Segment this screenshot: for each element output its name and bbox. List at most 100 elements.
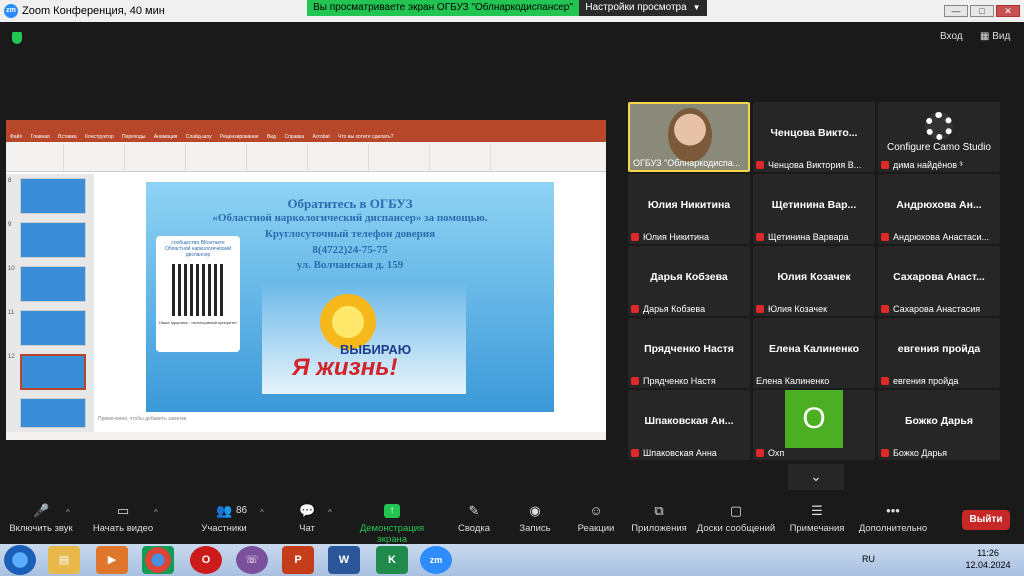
participant-label-text: Сахарова Анастасия — [893, 304, 981, 314]
system-clock[interactable]: 11:26 12.04.2024 — [958, 547, 1018, 571]
more-button[interactable]: ••• Дополнительно — [856, 504, 930, 542]
notes-icon: ☰ — [811, 503, 823, 518]
windows-taskbar: ▤ ▶ O ☏ P W K zm RU 11:26 12.04.2024 — [0, 544, 1024, 576]
shield-icon[interactable] — [12, 32, 22, 44]
view-options-label: Настройки просмотра — [585, 2, 687, 13]
participant-tile[interactable]: Елена Калиненко Елена Калиненко — [753, 318, 875, 388]
participant-tile[interactable]: евгения пройда евгения пройда — [878, 318, 1000, 388]
participant-tile[interactable]: Configure Camo Studio дима найдёнов ³ — [878, 102, 1000, 172]
participant-tile[interactable]: Андрюхова Ан... Андрюхова Анастаси... — [878, 174, 1000, 244]
opera-icon[interactable]: O — [190, 546, 222, 574]
ribbon-group — [192, 144, 247, 170]
chevron-down-icon: ▼ — [692, 3, 701, 12]
participant-label-text: Юлия Козачек — [768, 304, 828, 314]
share-screen-button[interactable]: ↑ Демонстрация экрана — [344, 504, 440, 545]
more-label: Дополнительно — [858, 523, 928, 534]
reactions-button[interactable]: ☺ Реакции — [574, 504, 618, 542]
thumb-number: 8 — [8, 178, 12, 184]
participant-label: Андрюхова Анастаси... — [881, 232, 999, 242]
thumb-number: 12 — [8, 354, 15, 360]
people-icon: 👥 — [216, 503, 233, 518]
ppt-ribbon — [6, 142, 606, 172]
chevron-up-icon[interactable]: ^ — [328, 508, 332, 517]
leave-button[interactable]: Выйти — [962, 510, 1010, 530]
participant-label: Щетинина Варвара — [756, 232, 874, 242]
participant-name: Божко Дарья — [904, 415, 974, 427]
gear-icon — [925, 112, 953, 140]
microphone-muted-icon — [631, 305, 639, 313]
participant-tile[interactable]: Дарья Кобзева Дарья Кобзева — [628, 246, 750, 316]
participant-name: Ченцова Викто... — [770, 127, 858, 139]
ribbon-group — [375, 144, 430, 170]
participant-name: Дарья Кобзева — [650, 271, 728, 283]
ppt-tab: Слайд-шоу — [185, 134, 212, 140]
microphone-muted-icon — [631, 449, 639, 457]
chevron-up-icon[interactable]: ^ — [66, 508, 70, 517]
ppt-statusbar — [6, 432, 606, 440]
microphone-muted-icon — [756, 449, 764, 457]
start-video-button[interactable]: ▭ Начать видео — [88, 504, 158, 542]
participant-tile[interactable]: Сахарова Анаст... Сахарова Анастасия — [878, 246, 1000, 316]
participant-tile[interactable]: Шпаковская Ан... Шпаковская Анна — [628, 390, 750, 460]
poster-image: ВЫБИРАЮ Я жизнь! — [262, 282, 466, 394]
kaspersky-icon[interactable]: K — [376, 546, 408, 574]
summary-button[interactable]: ✎ Сводка — [456, 504, 492, 542]
chat-label: Чат — [299, 523, 315, 534]
maximize-button[interactable]: □ — [970, 5, 994, 17]
participant-tile[interactable]: Божко Дарья Божко Дарья — [878, 390, 1000, 460]
view-options-button[interactable]: Настройки просмотра ▼ — [579, 0, 707, 16]
powerpoint-icon[interactable]: P — [282, 546, 314, 574]
notes-button[interactable]: ☰ Примечания — [788, 504, 846, 542]
record-button[interactable]: ◉ Запись — [516, 504, 554, 542]
participant-name: Андрюхова Ан... — [896, 199, 982, 211]
participant-tile[interactable]: ОГБУЗ "Облнаркодиспа... — [628, 102, 750, 172]
chat-button[interactable]: 💬 Чат — [292, 504, 322, 542]
participant-tile[interactable]: Прядченко Настя Прядченко Настя — [628, 318, 750, 388]
explorer-icon[interactable]: ▤ — [48, 546, 80, 574]
whiteboards-button[interactable]: ▢ Доски сообщений — [696, 504, 776, 542]
participant-name: Прядченко Настя — [644, 343, 734, 355]
chevron-down-icon[interactable]: ⌄ — [788, 464, 844, 490]
participant-label-text: Охп — [768, 448, 785, 458]
shared-screen: Файл Главная Вставка Конструктор Переход… — [6, 120, 606, 440]
chrome-icon[interactable] — [142, 546, 174, 574]
close-button[interactable]: ✕ — [996, 5, 1020, 17]
participant-label-text: евгения пройда — [893, 376, 959, 386]
chat-icon: 💬 — [299, 503, 316, 518]
viber-icon[interactable]: ☏ — [236, 546, 268, 574]
language-indicator[interactable]: RU — [862, 554, 875, 564]
enter-button[interactable]: Вход — [940, 31, 963, 42]
record-icon: ◉ — [529, 503, 541, 518]
slide-line-1: Обратитесь в ОГБУЗ — [287, 196, 413, 211]
chevron-up-icon[interactable]: ^ — [260, 508, 264, 517]
participant-label: дима найдёнов ³ — [881, 160, 999, 170]
apps-button[interactable]: ⧉ Приложения — [630, 504, 688, 542]
view-button[interactable]: ▦ Вид — [980, 31, 1010, 42]
participant-tile[interactable]: Юлия Козачек Юлия Козачек — [753, 246, 875, 316]
summary-icon: ✎ — [468, 503, 480, 518]
ppt-tab: Что вы хотите сделать? — [338, 134, 394, 140]
participant-tile[interactable]: Юлия Никитина Юлия Никитина — [628, 174, 750, 244]
participant-label: Елена Калиненко — [756, 376, 874, 386]
participant-label-text: Божко Дарья — [893, 448, 948, 458]
participant-label: Сахарова Анастасия — [881, 304, 999, 314]
minimize-button[interactable]: — — [944, 5, 968, 17]
participant-tile[interactable]: Ченцова Викто... Ченцова Виктория В... — [753, 102, 875, 172]
participant-label-text: Елена Калиненко — [756, 376, 830, 386]
chevron-up-icon[interactable]: ^ — [154, 508, 158, 517]
microphone-muted-icon — [631, 233, 639, 241]
qr-footer: Наше здоровье - неоспоримый приоритет — [159, 320, 237, 325]
reactions-label: Реакции — [577, 523, 615, 534]
media-player-icon[interactable]: ▶ — [96, 546, 128, 574]
more-dots-icon: ••• — [886, 503, 900, 518]
participant-tile[interactable]: Щетинина Вар... Щетинина Варвара — [753, 174, 875, 244]
ppt-tab: Acrobat — [312, 134, 330, 140]
participant-name: Елена Калиненко — [768, 343, 860, 355]
participant-tile[interactable]: O Охп — [753, 390, 875, 460]
thumb-number: 10 — [8, 266, 15, 272]
windows-start-icon[interactable] — [4, 545, 36, 575]
zoom-taskbar-icon[interactable]: zm — [420, 546, 452, 574]
slide-thumbnails: 8 9 10 11 12 — [6, 174, 94, 432]
word-icon[interactable]: W — [328, 546, 360, 574]
meeting-toolbar: 🎤 Включить звук ^ ▭ Начать видео ^ 👥 Участн… — [0, 500, 1024, 545]
